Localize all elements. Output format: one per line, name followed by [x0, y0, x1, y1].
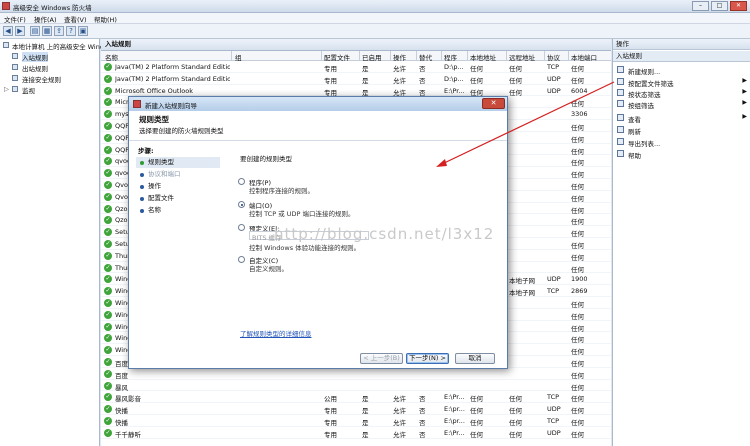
annotation-arrow-line	[439, 81, 615, 166]
annotation-arrow	[436, 81, 615, 167]
annotation-arrow-head	[436, 159, 447, 167]
